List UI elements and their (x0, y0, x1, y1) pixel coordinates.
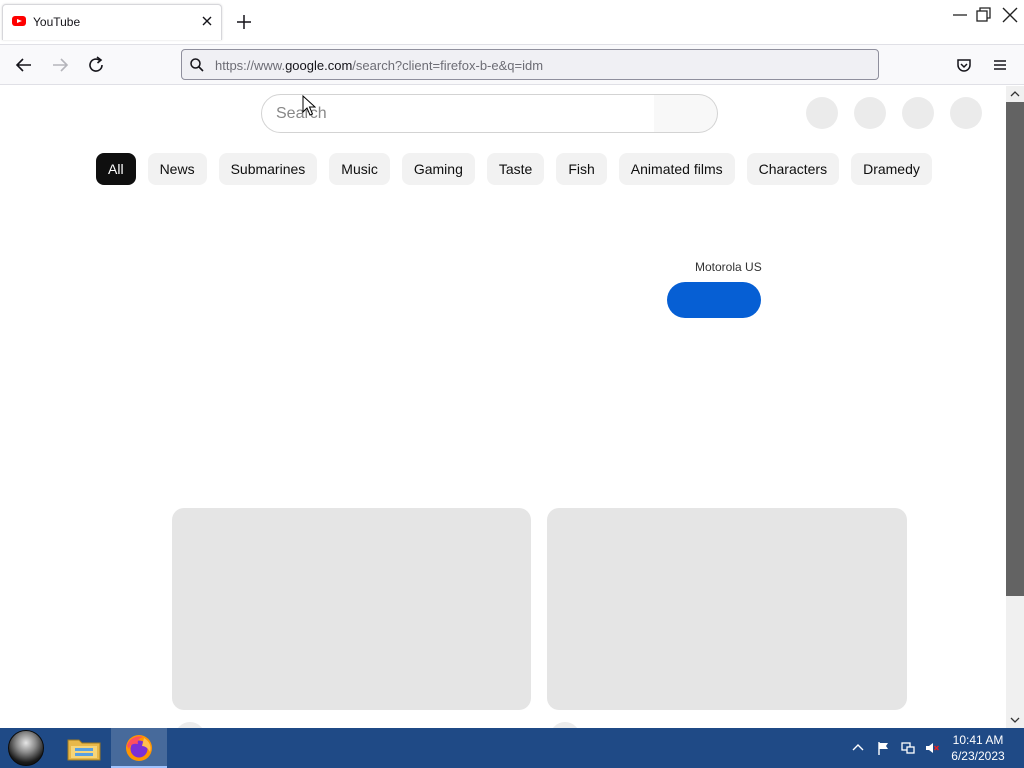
back-arrow-icon[interactable] (12, 53, 36, 77)
ad-cta-button[interactable] (667, 282, 761, 318)
scroll-down-arrow-icon[interactable] (1010, 715, 1020, 725)
new-tab-plus-icon[interactable] (234, 12, 254, 32)
ad-advertiser-name: Motorola US (695, 260, 762, 274)
action-center-flag-icon[interactable] (876, 740, 892, 756)
browser-navbar: https://www.google.com/search?client=fir… (0, 44, 1024, 85)
taskbar-file-explorer[interactable] (56, 728, 112, 768)
minimize-window-icon[interactable] (949, 4, 971, 26)
firefox-icon (126, 735, 152, 761)
scrollbar-thumb[interactable] (1006, 102, 1024, 596)
restore-window-icon[interactable] (973, 4, 995, 26)
url-host: google.com (285, 58, 353, 73)
youtube-search-button[interactable] (654, 94, 718, 133)
close-window-icon[interactable] (999, 4, 1021, 26)
youtube-search-input[interactable] (276, 103, 636, 125)
chip-gaming[interactable]: Gaming (401, 153, 475, 185)
search-icon (190, 58, 204, 72)
header-icon-placeholder[interactable] (854, 97, 886, 129)
chip-all[interactable]: All (96, 153, 136, 185)
reload-icon[interactable] (84, 53, 108, 77)
forward-arrow-icon[interactable] (48, 53, 72, 77)
pocket-icon[interactable] (952, 53, 976, 77)
network-icon[interactable] (900, 740, 916, 756)
video-thumbnail-placeholder[interactable] (547, 508, 907, 710)
video-thumbnail-placeholder[interactable] (172, 508, 531, 710)
taskbar-firefox[interactable] (111, 728, 167, 768)
chip-fish[interactable]: Fish (556, 153, 607, 185)
hamburger-menu-icon[interactable] (988, 53, 1012, 77)
scroll-up-arrow-icon[interactable] (1010, 89, 1020, 99)
header-icon-placeholder[interactable] (902, 97, 934, 129)
page-scrollbar[interactable] (1006, 86, 1024, 728)
show-hidden-icons-chevron-icon[interactable] (850, 740, 866, 756)
youtube-search-box[interactable] (261, 94, 655, 133)
url-prefix: https://www. (215, 58, 286, 73)
start-button[interactable] (8, 730, 44, 766)
windows-taskbar: 10:41 AM 6/23/2023 (0, 728, 1024, 768)
tab-title: YouTube (33, 15, 81, 29)
taskbar-clock[interactable]: 10:41 AM 6/23/2023 (940, 732, 1016, 764)
address-bar[interactable]: https://www.google.com/search?client=fir… (181, 49, 879, 80)
file-explorer-icon (67, 739, 101, 761)
chip-taste[interactable]: Taste (486, 153, 545, 185)
clock-time: 10:41 AM (952, 733, 1004, 747)
url-path: /search?client=firefox-b-e&q=idm (352, 58, 544, 73)
chip-submarines[interactable]: Submarines (218, 153, 318, 185)
header-icon-placeholder[interactable] (806, 97, 838, 129)
close-tab-icon[interactable] (199, 13, 215, 29)
chip-music[interactable]: Music (329, 153, 390, 185)
browser-tab-youtube[interactable]: YouTube (2, 4, 222, 40)
url-text[interactable]: https://www.google.com/search?client=fir… (215, 58, 543, 73)
volume-muted-icon[interactable] (924, 740, 940, 756)
filter-chips-bar: All News Submarines Music Gaming Taste F… (96, 153, 932, 185)
chip-animated-films[interactable]: Animated films (618, 153, 735, 185)
browser-titlebar: YouTube (0, 0, 1024, 44)
clock-date: 6/23/2023 (951, 749, 1005, 763)
youtube-favicon-icon (12, 16, 26, 26)
chip-characters[interactable]: Characters (746, 153, 840, 185)
chip-dramedy[interactable]: Dramedy (851, 153, 932, 185)
avatar-placeholder[interactable] (950, 97, 982, 129)
chip-news[interactable]: News (147, 153, 207, 185)
youtube-page: All News Submarines Music Gaming Taste F… (0, 86, 1006, 728)
